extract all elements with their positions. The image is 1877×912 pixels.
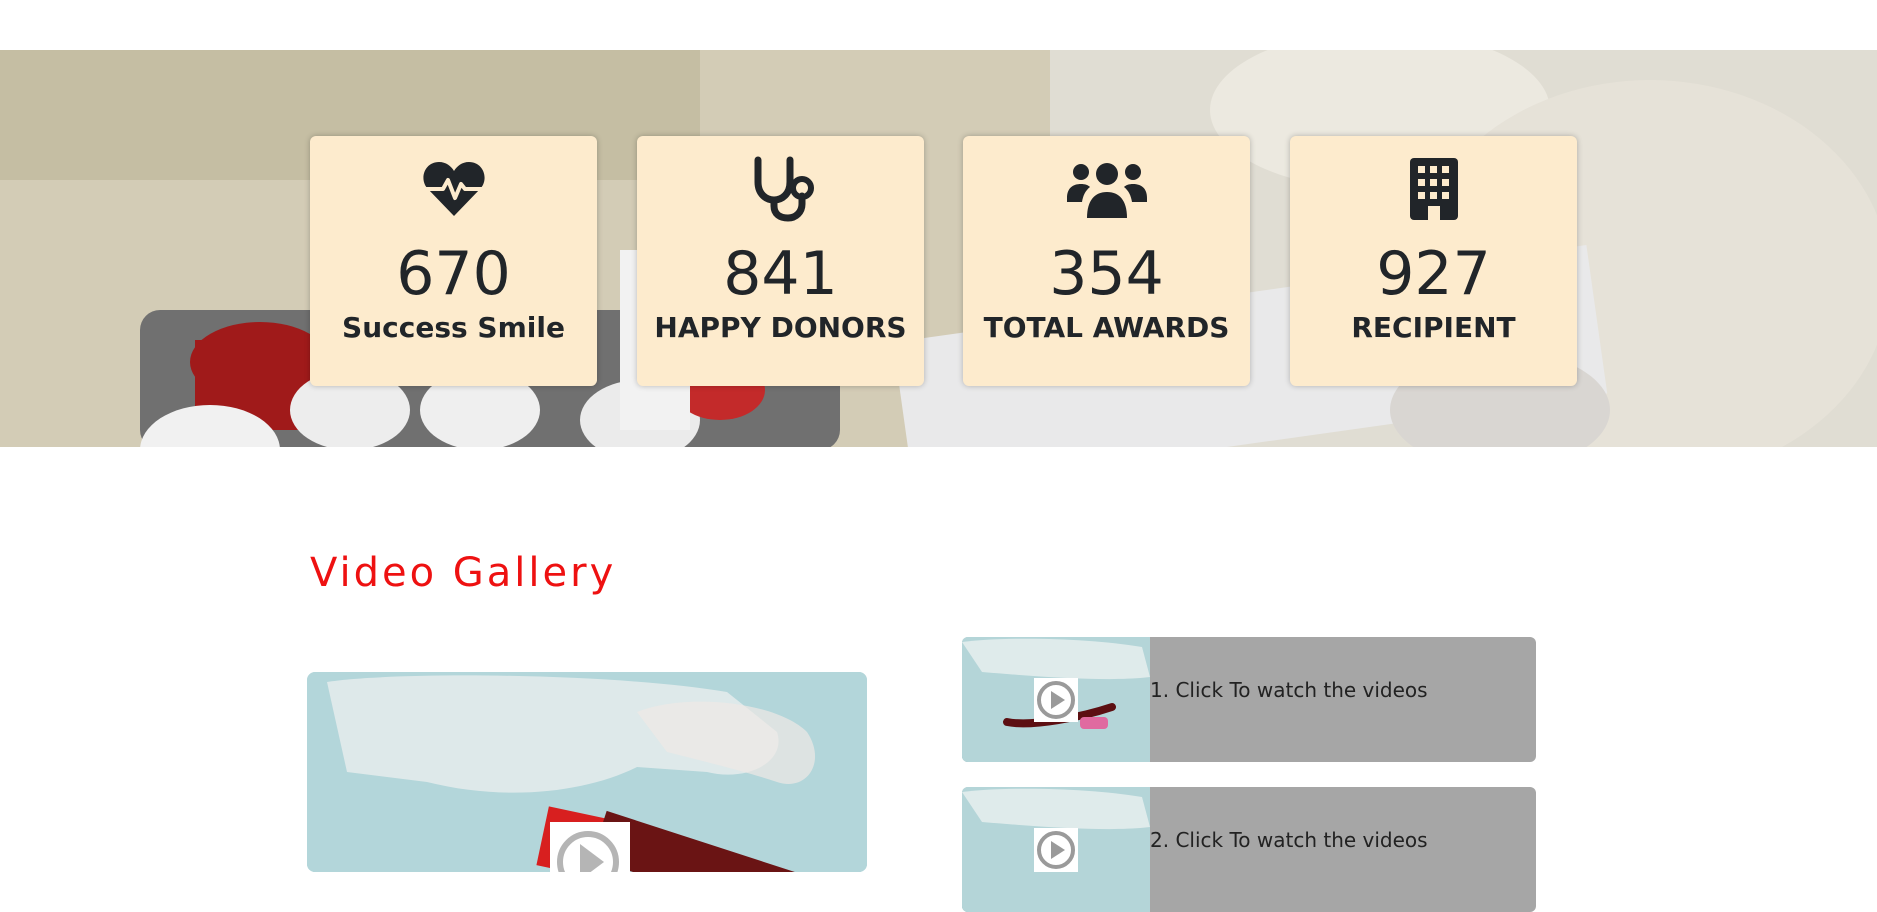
stat-label: HAPPY DONORS xyxy=(654,311,907,344)
stat-card-total-awards: 354 TOTAL AWARDS xyxy=(963,136,1250,386)
stat-card-recipient: 927 RECIPIENT xyxy=(1290,136,1577,386)
video-play-button[interactable] xyxy=(1034,828,1078,872)
main-video-play-button[interactable] xyxy=(550,822,630,872)
stat-label: TOTAL AWARDS xyxy=(983,311,1230,344)
video-list-item[interactable]: 1. Click To watch the videos xyxy=(962,637,1536,762)
video-play-button[interactable] xyxy=(1034,678,1078,722)
stat-label: Success Smile xyxy=(342,311,565,344)
play-icon xyxy=(557,831,619,872)
video-thumbnail xyxy=(962,787,1150,912)
main-video-player[interactable] xyxy=(307,672,867,872)
stat-label: RECIPIENT xyxy=(1351,311,1516,344)
video-caption[interactable]: 2. Click To watch the videos xyxy=(1150,826,1428,854)
stat-number: 841 xyxy=(723,239,838,309)
stat-number: 354 xyxy=(1049,239,1164,309)
stat-number: 670 xyxy=(396,239,511,309)
stethoscope-icon xyxy=(754,156,814,222)
video-list-item[interactable]: 2. Click To watch the videos xyxy=(962,787,1536,912)
stat-number: 927 xyxy=(1376,239,1491,309)
video-gallery-title: Video Gallery xyxy=(310,550,617,596)
stats-row: 670 Success Smile 841 HAPPY DONORS 354 T… xyxy=(310,136,1577,388)
building-icon xyxy=(1410,158,1458,220)
play-icon xyxy=(1037,681,1075,719)
stat-card-success-smile: 670 Success Smile xyxy=(310,136,597,386)
heart-pulse-icon xyxy=(423,162,485,216)
play-icon xyxy=(1037,831,1075,869)
stat-card-happy-donors: 841 HAPPY DONORS xyxy=(637,136,924,386)
users-icon xyxy=(1067,163,1147,218)
video-thumbnail xyxy=(962,637,1150,762)
video-caption[interactable]: 1. Click To watch the videos xyxy=(1150,676,1428,704)
